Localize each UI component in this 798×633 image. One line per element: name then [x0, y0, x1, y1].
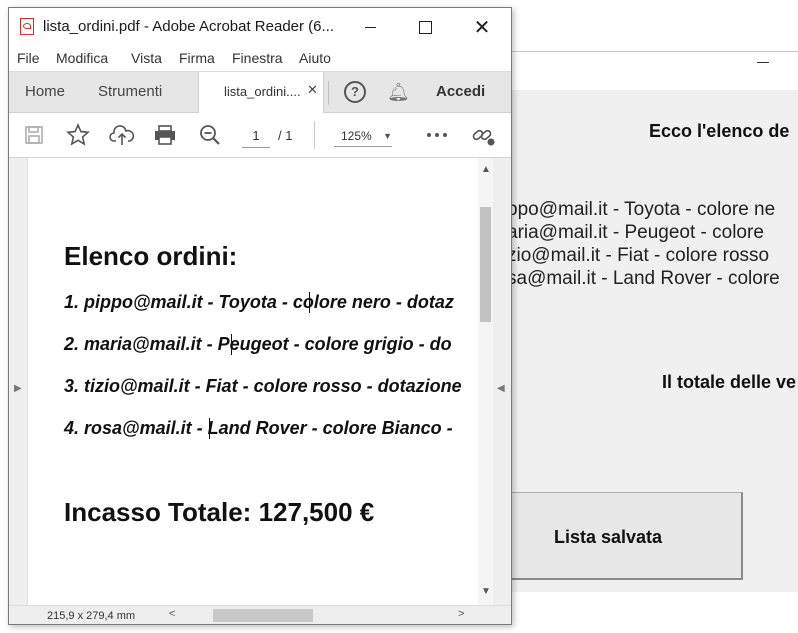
menu-aiuto[interactable]: Aiuto: [299, 50, 331, 66]
background-order-item: zio@mail.it - Fiat - colore rosso: [507, 245, 770, 266]
background-heading: Ecco l'elenco de: [649, 121, 790, 141]
background-total-label: Il totale delle ve: [662, 372, 797, 392]
acrobat-titlebar: lista_ordini.pdf - Adobe Acrobat Reader …: [9, 8, 511, 46]
right-panel-rail[interactable]: ◀: [493, 158, 511, 605]
tab-bar: Home Strumenti lista_ordini.... ✕ ? 🔔︎ A…: [9, 71, 511, 113]
save-icon[interactable]: [19, 121, 49, 149]
background-minimize-button[interactable]: [757, 62, 769, 63]
close-icon: ✕: [473, 16, 491, 39]
minimize-icon: [364, 26, 376, 28]
window-title: lista_ordini.pdf - Adobe Acrobat Reader …: [43, 18, 335, 35]
acrobat-window: lista_ordini.pdf - Adobe Acrobat Reader …: [8, 7, 512, 625]
scroll-down-icon[interactable]: ▼: [481, 586, 491, 597]
pdf-file-icon: [20, 18, 34, 35]
bell-icon[interactable]: 🔔︎: [387, 82, 410, 103]
tab-strumenti[interactable]: Strumenti: [98, 83, 162, 100]
order-line: 1. pippo@mail.it - Toyota - colore nero …: [64, 292, 454, 312]
tab-home[interactable]: Home: [25, 83, 65, 100]
bookmark-star-icon[interactable]: [63, 121, 93, 149]
maximize-icon: [418, 20, 432, 34]
menu-bar: File Modifica Vista Firma Finestra Aiuto: [9, 47, 511, 69]
scroll-right-icon[interactable]: >: [458, 608, 464, 620]
menu-modifica[interactable]: Modifica: [56, 50, 108, 66]
order-line: 4. rosa@mail.it - Land Rover - colore Bi…: [64, 418, 453, 438]
page-total: / 1: [278, 128, 293, 143]
tab-close-icon[interactable]: ✕: [307, 82, 318, 98]
status-bar: 215,9 x 279,4 mm < >: [9, 605, 511, 624]
vertical-scrollbar[interactable]: ▲ ▼: [478, 158, 493, 605]
scroll-up-icon[interactable]: ▲: [481, 164, 491, 175]
scroll-left-icon[interactable]: <: [169, 608, 175, 620]
horizontal-scroll-thumb[interactable]: [213, 609, 313, 622]
expand-left-panel-icon[interactable]: ▶: [14, 383, 22, 394]
menu-firma[interactable]: Firma: [179, 50, 215, 66]
tab-document[interactable]: lista_ordini.... ✕: [198, 72, 324, 113]
vertical-scroll-thumb[interactable]: [480, 207, 491, 322]
document-total: Incasso Totale: 127,500 €: [64, 497, 375, 527]
share-link-icon[interactable]: [469, 121, 499, 149]
background-titlebar: [501, 52, 798, 90]
sign-in-button[interactable]: Accedi: [436, 83, 485, 100]
background-order-list: ppo@mail.it - Toyota - colore ne aria@ma…: [507, 198, 780, 290]
expand-right-panel-icon[interactable]: ◀: [497, 383, 505, 394]
help-icon[interactable]: ?: [344, 81, 366, 103]
lista-salvata-label: Lista salvata: [554, 527, 663, 547]
page-size-label: 215,9 x 279,4 mm: [47, 610, 136, 622]
tab-document-label: lista_ordini....: [224, 84, 301, 99]
cloud-upload-icon[interactable]: [107, 121, 137, 149]
document-area: ▶ Elenco ordini: 1. pippo@mail.it - Toyo…: [9, 158, 511, 605]
toolbar-divider: [314, 121, 315, 149]
zoom-select[interactable]: 125% ▼: [334, 125, 392, 147]
background-order-item: ppo@mail.it - Toyota - colore ne: [507, 199, 776, 220]
print-icon[interactable]: [150, 121, 180, 149]
background-order-item: aria@mail.it - Peugeot - colore: [507, 222, 764, 243]
zoom-value: 125%: [341, 129, 372, 143]
order-line: 2. maria@mail.it - Peugeot - colore grig…: [64, 334, 452, 354]
chevron-down-icon: ▼: [383, 131, 392, 141]
text-cursor: [209, 418, 210, 439]
document-title: Elenco ordini:: [64, 241, 238, 271]
maximize-button[interactable]: [402, 8, 448, 46]
text-cursor: [231, 334, 232, 355]
order-line: 3. tizio@mail.it - Fiat - colore rosso -…: [64, 376, 462, 396]
pdf-page[interactable]: Elenco ordini: 1. pippo@mail.it - Toyota…: [28, 158, 478, 605]
menu-finestra[interactable]: Finestra: [232, 50, 283, 66]
text-cursor: [309, 292, 310, 313]
more-icon[interactable]: [422, 121, 452, 149]
menu-vista[interactable]: Vista: [131, 50, 162, 66]
left-panel-rail[interactable]: ▶: [9, 158, 28, 605]
toolbar: 1 / 1 125% ▼: [9, 113, 511, 158]
background-order-item: sa@mail.it - Land Rover - colore: [507, 268, 780, 289]
zoom-out-icon[interactable]: [195, 121, 225, 149]
close-button[interactable]: ✕: [459, 8, 505, 46]
tabbar-divider: [328, 81, 329, 105]
page-number-input[interactable]: 1: [242, 125, 270, 148]
minimize-button[interactable]: [347, 8, 393, 46]
background-app-window: Ecco l'elenco de ppo@mail.it - Toyota - …: [500, 51, 798, 592]
menu-file[interactable]: File: [17, 50, 40, 66]
lista-salvata-button[interactable]: Lista salvata: [501, 492, 743, 580]
